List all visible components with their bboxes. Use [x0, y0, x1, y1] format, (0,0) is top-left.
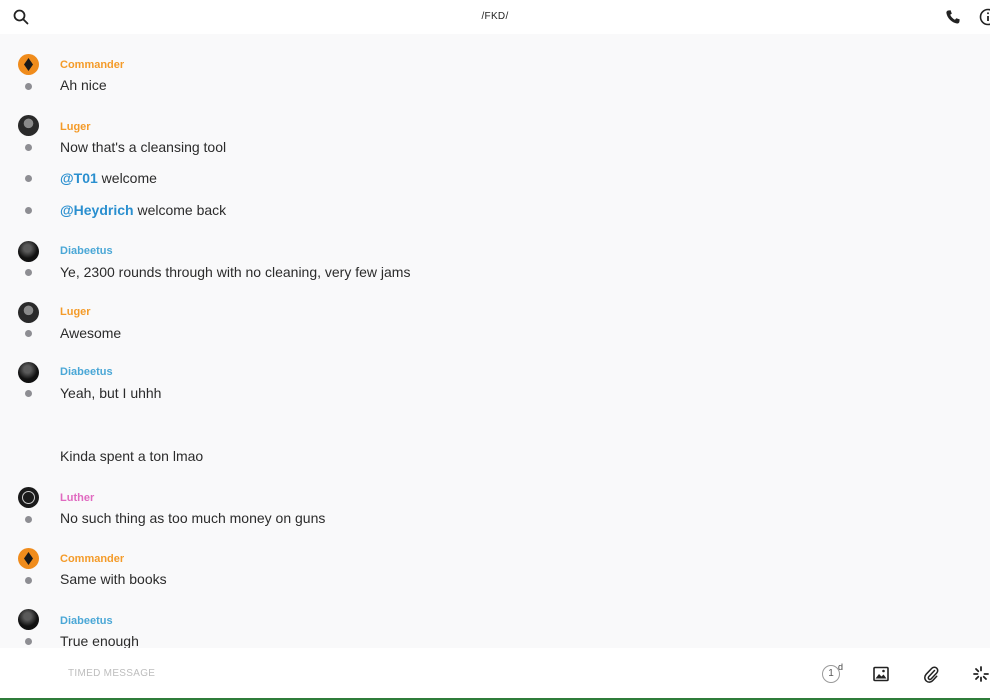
avatar[interactable] — [18, 115, 39, 136]
message-author[interactable]: Luger — [60, 121, 91, 133]
message-status-dot — [25, 144, 32, 151]
message-composer: TIMED MESSAGE 1 d — [0, 648, 990, 700]
message-list: Commander Ah nice Luger Now that's a cle… — [0, 34, 990, 648]
message-author[interactable]: Commander — [60, 553, 124, 565]
user-mention[interactable]: @Heydrich — [60, 202, 134, 218]
message-author[interactable]: Diabeetus — [60, 366, 113, 378]
message-text[interactable]: Ye, 2300 rounds through with no cleaning… — [60, 264, 410, 280]
message-text[interactable]: Same with books — [60, 571, 167, 587]
message-author[interactable]: Commander — [60, 59, 124, 71]
info-icon[interactable] — [979, 8, 990, 26]
avatar[interactable] — [18, 241, 39, 262]
message-text[interactable]: Kinda spent a ton lmao — [60, 448, 203, 464]
avatar[interactable] — [18, 362, 39, 383]
message-text-body: welcome back — [133, 202, 227, 218]
user-mention[interactable]: @T01 — [60, 170, 98, 186]
avatar[interactable] — [18, 54, 39, 75]
message-text-body: welcome — [97, 170, 157, 186]
message-text[interactable]: Now that's a cleansing tool — [60, 139, 226, 155]
message-status-dot — [25, 330, 32, 337]
top-bar: /FKD/ — [0, 0, 990, 34]
message-status-dot — [25, 577, 32, 584]
sparkle-icon[interactable] — [972, 665, 990, 683]
chat-app: /FKD/ Commander Ah nice Luger Now that's… — [0, 0, 990, 700]
message-status-dot — [25, 516, 32, 523]
message-status-dot — [25, 269, 32, 276]
message-text[interactable]: @T01 welcome — [60, 170, 157, 186]
avatar[interactable] — [18, 302, 39, 323]
message-status-dot — [25, 638, 32, 645]
message-status-dot — [25, 207, 32, 214]
message-text[interactable]: True enough — [60, 633, 139, 648]
message-text[interactable]: No such thing as too much money on guns — [60, 510, 325, 526]
avatar[interactable] — [18, 609, 39, 630]
phone-icon[interactable] — [945, 9, 961, 25]
message-author[interactable]: Diabeetus — [60, 245, 113, 257]
attachment-icon[interactable] — [923, 665, 939, 683]
avatar[interactable] — [18, 487, 39, 508]
image-icon[interactable] — [873, 666, 889, 682]
avatar[interactable] — [18, 548, 39, 569]
timer-unit-label: d — [838, 662, 844, 672]
message-text[interactable]: Ah nice — [60, 77, 107, 93]
message-text[interactable]: Yeah, but I uhhh — [60, 385, 161, 401]
message-input[interactable]: TIMED MESSAGE — [68, 668, 155, 679]
message-text[interactable]: Awesome — [60, 325, 121, 341]
message-status-dot — [25, 83, 32, 90]
message-status-dot — [25, 390, 32, 397]
message-author[interactable]: Luger — [60, 306, 91, 318]
message-status-dot — [25, 175, 32, 182]
message-text[interactable]: @Heydrich welcome back — [60, 202, 226, 218]
message-author[interactable]: Luther — [60, 492, 94, 504]
message-author[interactable]: Diabeetus — [60, 615, 113, 627]
conversation-title: /FKD/ — [481, 11, 509, 22]
